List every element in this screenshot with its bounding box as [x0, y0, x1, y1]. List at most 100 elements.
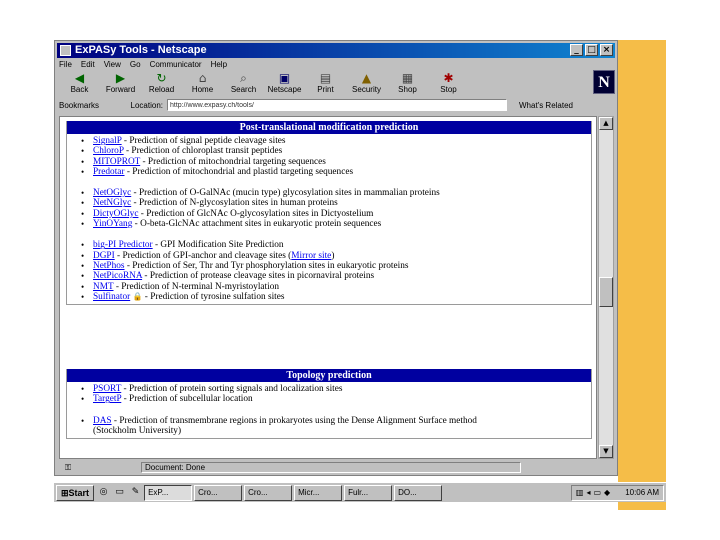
windows-logo-icon: ⊞	[61, 487, 69, 498]
window-controls: _ □ ×	[570, 44, 613, 56]
item-description: - Prediction of mitochondrial targeting …	[140, 156, 326, 167]
tool-link[interactable]: ChloroP	[93, 146, 124, 156]
menu-go[interactable]: Go	[130, 59, 141, 71]
network-icon[interactable]: ▥	[576, 488, 584, 497]
item-description: - Prediction of O-GalNAc (mucin type) gl…	[131, 188, 440, 199]
home-icon: ⌂	[198, 71, 207, 85]
lock-icon: 🔒	[132, 291, 143, 301]
stop-icon: ✱	[443, 71, 454, 85]
security-status-icon: ⚿	[64, 462, 72, 472]
stop-button[interactable]: ✱ Stop	[428, 71, 469, 97]
menu-file[interactable]: File	[59, 59, 72, 71]
tool-link[interactable]: YinOYang	[93, 219, 132, 229]
tool-link[interactable]: Sulfinator	[93, 292, 130, 302]
antivirus-icon[interactable]: ◆	[604, 488, 610, 497]
tool-link[interactable]: SignalP	[93, 136, 122, 146]
maximize-button[interactable]: □	[585, 44, 598, 56]
vertical-scrollbar[interactable]: ▲ ▼	[598, 116, 614, 459]
mirror-site-link[interactable]: Mirror site	[291, 251, 331, 261]
menu-help[interactable]: Help	[211, 59, 227, 71]
item-description: - Prediction of GlcNAc O-glycosylation s…	[138, 208, 374, 219]
list-item: DGPI - Prediction of GPI-anchor and clea…	[81, 250, 591, 262]
list-item: NetOGlyc - Prediction of O-GalNAc (mucin…	[81, 188, 591, 199]
start-button[interactable]: ⊞Start	[56, 484, 95, 501]
reload-icon: ↻	[156, 71, 167, 85]
task-do[interactable]: DO...	[394, 484, 443, 501]
task-micr[interactable]: Micr...	[294, 484, 343, 501]
list-item: YinOYang - O-beta-GlcNAc attachment site…	[81, 219, 591, 230]
task-cro-1[interactable]: Cro...	[194, 484, 243, 501]
scroll-thumb[interactable]	[599, 277, 613, 307]
title-bar[interactable]: ExPASy Tools - Netscape _ □ ×	[57, 43, 615, 58]
display-icon[interactable]: ▭	[593, 488, 601, 497]
minimize-button[interactable]: _	[570, 44, 583, 56]
item-description: - Prediction of signal peptide cleavage …	[121, 136, 286, 146]
item-description: - Prediction of Ser, Thr and Tyr phospho…	[124, 260, 409, 271]
forward-arrow-icon: ▶	[115, 71, 126, 85]
item-description: - Prediction of protein sorting signals …	[121, 384, 343, 394]
tool-link[interactable]: NetPicoRNA	[93, 271, 142, 281]
section-title: Topology prediction	[67, 369, 591, 382]
task-cro-2[interactable]: Cro...	[244, 484, 293, 501]
quicklaunch-browser-icon[interactable]: ✎	[129, 486, 142, 499]
scroll-up-button[interactable]: ▲	[599, 117, 613, 130]
scroll-down-button[interactable]: ▼	[599, 445, 613, 458]
tool-link[interactable]: DictyOGlyc	[93, 209, 138, 219]
location-label: Location:	[130, 100, 163, 110]
close-button[interactable]: ×	[600, 44, 613, 56]
tool-link[interactable]: big-PI Predictor	[93, 240, 153, 250]
quicklaunch-desktop-icon[interactable]: ▭	[113, 486, 126, 499]
task-fulr[interactable]: Fulr...	[344, 484, 393, 501]
list-item: TargetP - Prediction of subcellular loca…	[81, 394, 591, 405]
task-expasy[interactable]: ExP...	[144, 484, 193, 501]
tool-link[interactable]: DAS	[93, 416, 112, 426]
url-input[interactable]	[167, 99, 507, 111]
home-button[interactable]: ⌂ Home	[182, 71, 223, 97]
item-description: - Prediction of chloroplast transit pept…	[123, 146, 283, 157]
netscape-logo: N	[593, 70, 615, 94]
tool-link[interactable]: NetNGlyc	[93, 198, 131, 208]
list-item: DictyOGlyc - Prediction of GlcNAc O-glyc…	[81, 208, 591, 220]
speaker-icon[interactable]: ◂	[586, 488, 590, 497]
menu-view[interactable]: View	[104, 59, 121, 71]
menu-bar: File Edit View Go Communicator Help	[59, 59, 227, 71]
navigation-toolbar: ◀ Back ▶ Forward ↻ Reload ⌂ Home ⌕ Search ▣ Ne…	[59, 71, 579, 97]
menu-edit[interactable]: Edit	[81, 59, 95, 71]
tool-list: SignalP - Prediction of signal peptide c…	[67, 134, 591, 304]
search-button[interactable]: ⌕ Search	[223, 71, 264, 97]
tool-link[interactable]: DGPI	[93, 251, 115, 261]
item-description: - GPI Modification Site Prediction	[152, 240, 284, 251]
clock: 10:06 AM	[625, 488, 659, 497]
tool-list: PSORT - Prediction of protein sorting si…	[67, 382, 591, 438]
back-arrow-icon: ◀	[74, 71, 85, 85]
netscape-button[interactable]: ▣ Netscape	[264, 71, 305, 97]
item-description: - Prediction of N-glycosylation sites in…	[131, 198, 338, 209]
security-button[interactable]: ▲ Security	[346, 71, 387, 97]
item-description: - Prediction of GPI-anchor and cleavage …	[114, 250, 292, 261]
tool-link[interactable]: TargetP	[93, 394, 121, 404]
list-item: Sulfinator 🔒 - Prediction of tyrosine su…	[81, 291, 591, 303]
back-button[interactable]: ◀ Back	[59, 71, 100, 97]
tool-link[interactable]: Predotar	[93, 167, 125, 177]
whats-related-button[interactable]: What's Related	[519, 101, 573, 110]
accent-bar	[618, 40, 666, 510]
bookmarks-button[interactable]: Bookmarks	[59, 101, 119, 110]
item-description: (Stockholm University)	[93, 425, 182, 436]
tool-link[interactable]: PSORT	[93, 384, 121, 394]
shop-icon: ▦	[401, 71, 414, 85]
quicklaunch-explorer-icon[interactable]: ◎	[97, 486, 110, 499]
item-description: - Prediction of tyrosine sulfation sites	[142, 291, 285, 302]
item-description: - Prediction of subcellular location	[121, 394, 253, 405]
tool-link[interactable]: NetOGlyc	[93, 188, 131, 198]
list-item: DAS - Prediction of transmembrane region…	[81, 416, 591, 427]
tool-link[interactable]: NMT	[93, 282, 114, 292]
shop-button[interactable]: ▦ Shop	[387, 71, 428, 97]
tool-link[interactable]: NetPhos	[93, 261, 125, 271]
reload-button[interactable]: ↻ Reload	[141, 71, 182, 97]
tool-link[interactable]: MITOPROT	[93, 157, 140, 167]
security-icon: ▲	[361, 71, 372, 85]
forward-button[interactable]: ▶ Forward	[100, 71, 141, 97]
menu-communicator[interactable]: Communicator	[150, 59, 202, 71]
item-description: )	[331, 250, 335, 261]
print-button[interactable]: ▤ Print	[305, 71, 346, 97]
